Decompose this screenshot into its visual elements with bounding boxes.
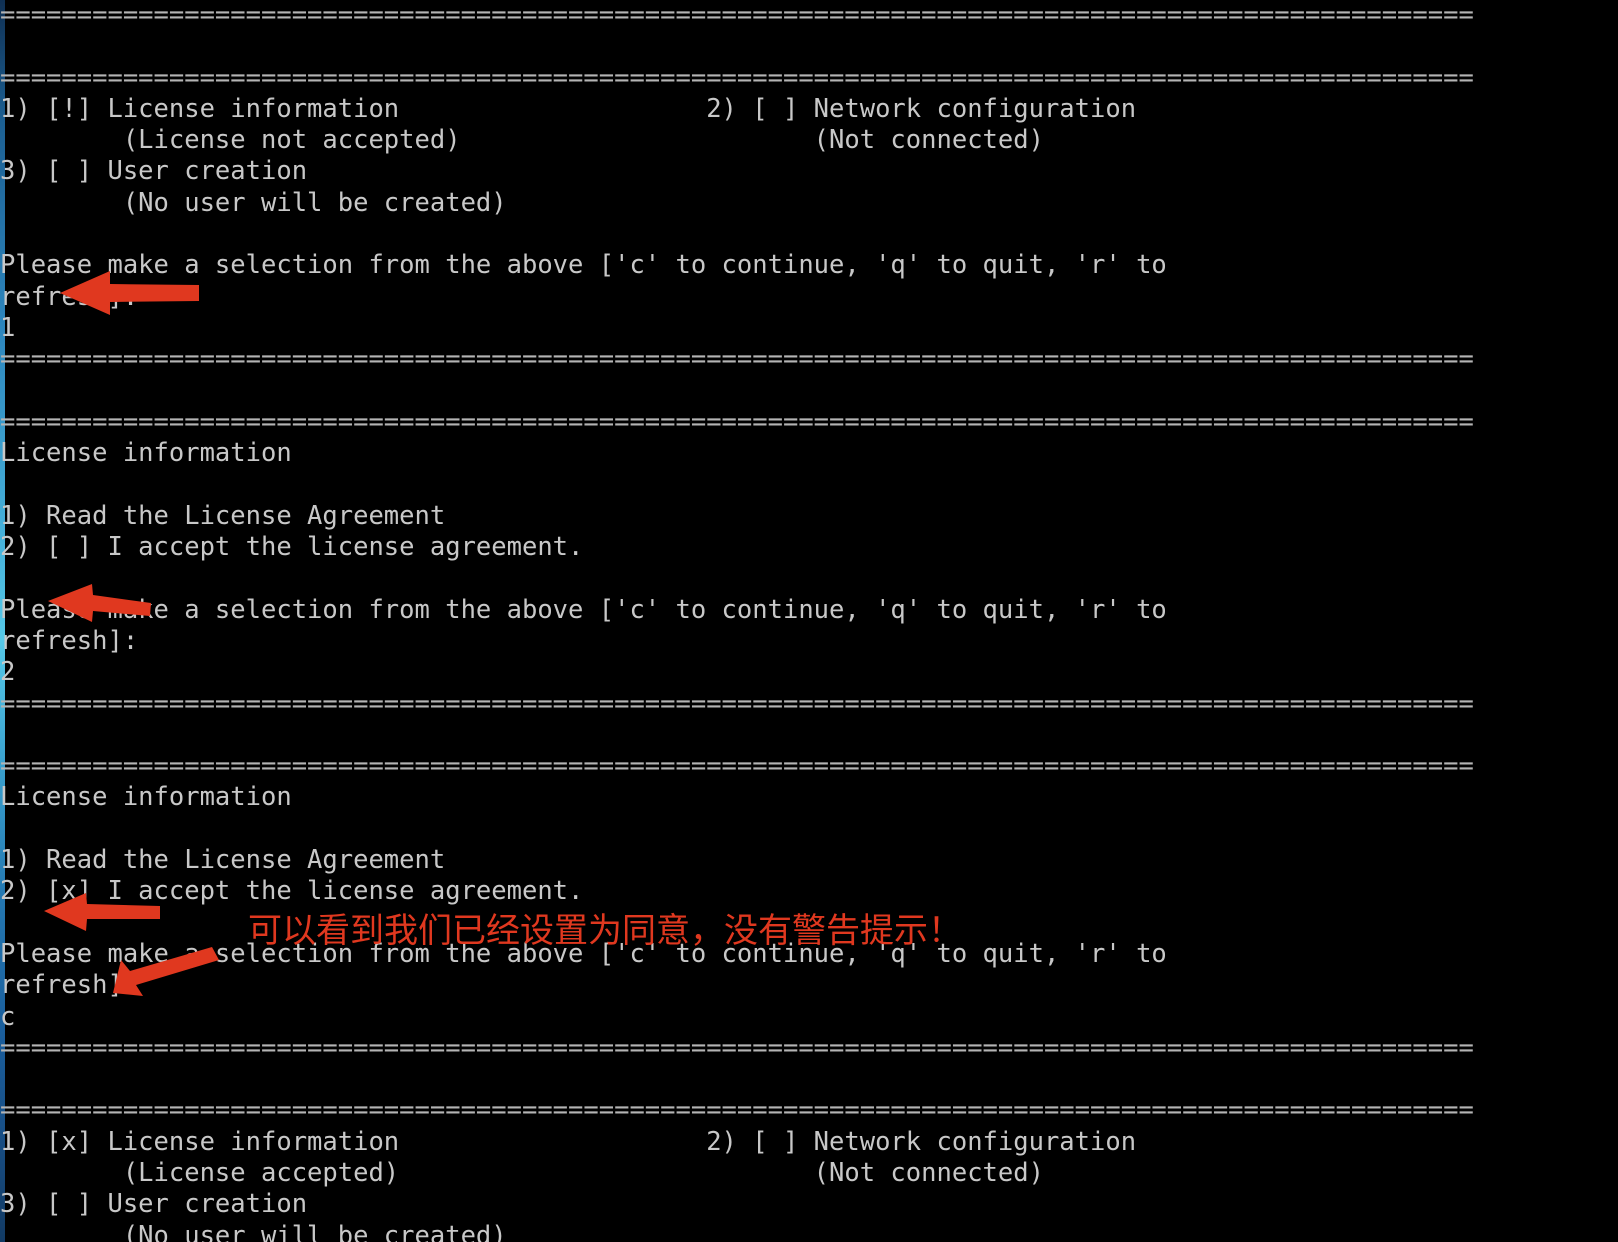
menu-row-user-creation[interactable]: 3) [ ] User creation xyxy=(0,156,307,186)
license-option-accept-checked[interactable]: 2) [x] I accept the license agreement. xyxy=(0,876,583,906)
separator-line: ========================================… xyxy=(0,0,1474,30)
menu-row-user-creation[interactable]: 3) [ ] User creation xyxy=(0,1189,307,1219)
prompt-line-2: refresh]: xyxy=(0,970,139,1001)
prompt-line-1: Please make a selection from the above [… xyxy=(0,250,1167,281)
separator-line: ========================================… xyxy=(0,62,1474,93)
separator-line: ========================================… xyxy=(0,1032,1474,1063)
license-option-accept-unchecked[interactable]: 2) [ ] I accept the license agreement. xyxy=(0,532,583,562)
menu-row-license-network[interactable]: 1) [!] License information 2) [ ] Networ… xyxy=(0,94,1136,124)
menu-row-status-user-creation: (No user will be created) xyxy=(0,1220,507,1242)
separator-line: ========================================… xyxy=(0,344,1474,375)
terminal-output[interactable]: ========================================… xyxy=(0,0,1618,1242)
chinese-annotation-note: 可以看到我们已经设置为同意，没有警告提示！ xyxy=(248,911,962,951)
prompt-line-2: refresh]: xyxy=(0,625,139,656)
separator-line: ========================================… xyxy=(0,1095,1474,1126)
menu-row-status-license-network: (License not accepted) (Not connected) xyxy=(0,125,1044,156)
user-input-2[interactable]: 2 xyxy=(0,657,15,687)
license-screen-title: License information xyxy=(0,438,292,469)
separator-line: ========================================… xyxy=(0,751,1474,782)
prompt-line-2: refresh]: xyxy=(0,281,139,312)
separator-line: ========================================… xyxy=(0,688,1474,719)
prompt-line-1: Please make a selection from the above [… xyxy=(0,594,1167,625)
menu-row-status-user-creation: (No user will be created) xyxy=(0,187,507,218)
user-input-c[interactable]: c xyxy=(0,1002,15,1032)
menu-row-license-network-accepted[interactable]: 1) [x] License information 2) [ ] Networ… xyxy=(0,1127,1136,1157)
menu-row-status-license-network-accepted: (License accepted) (Not connected) xyxy=(0,1157,1044,1188)
terminal-window: ========================================… xyxy=(0,0,1618,1242)
user-input-1[interactable]: 1 xyxy=(0,313,15,343)
license-option-read-agreement[interactable]: 1) Read the License Agreement xyxy=(0,501,445,531)
license-option-read-agreement[interactable]: 1) Read the License Agreement xyxy=(0,845,445,875)
separator-line: ========================================… xyxy=(0,406,1474,437)
license-screen-title: License information xyxy=(0,782,292,813)
